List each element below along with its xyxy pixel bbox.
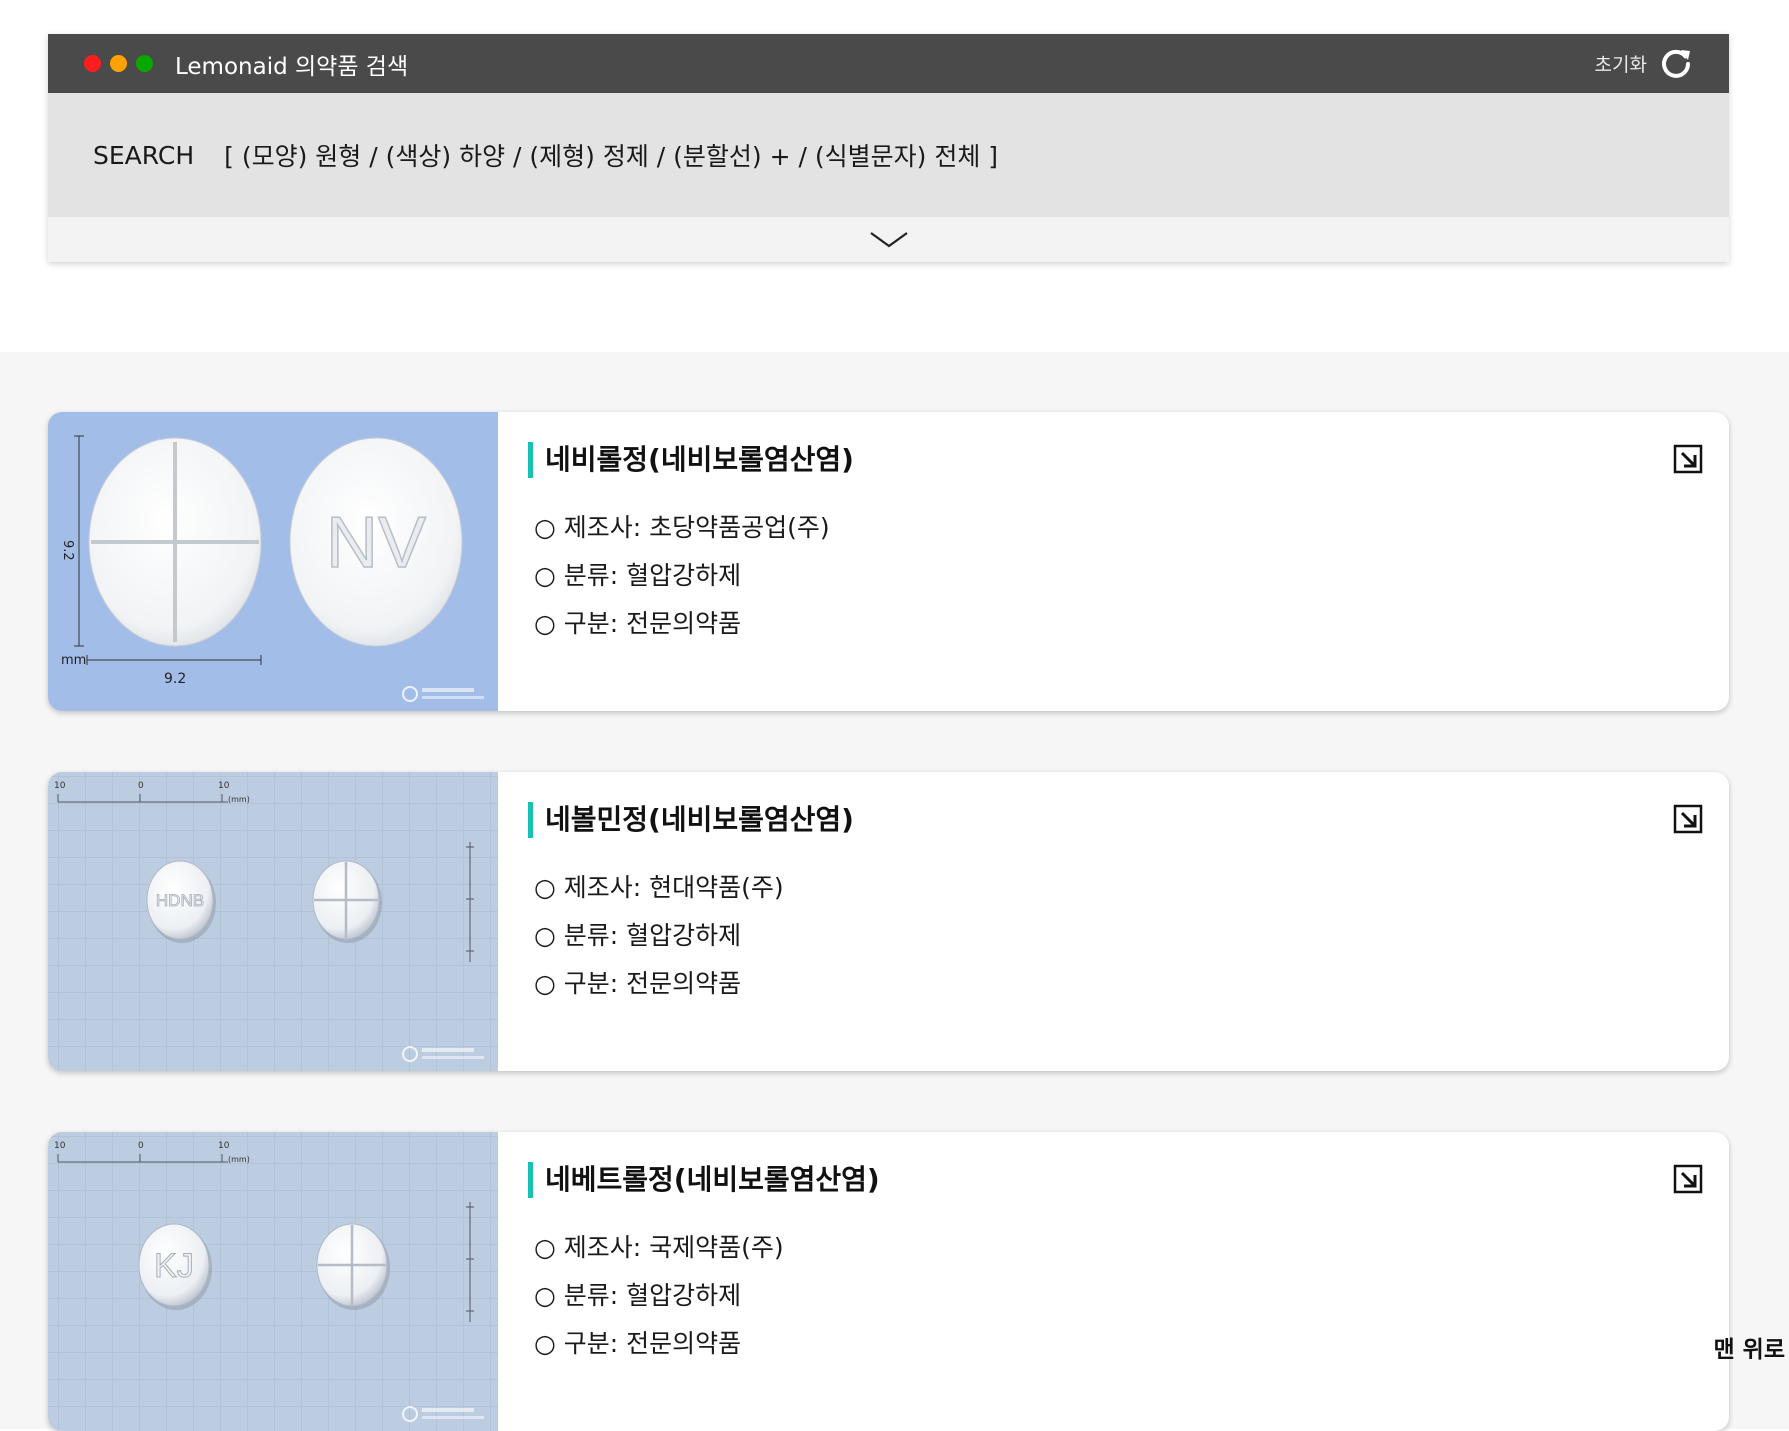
title-bar: Lemonaid 의약품 검색 초기화: [48, 34, 1729, 93]
category: ○ 분류: 혈압강하제: [534, 921, 742, 950]
manufacturer: ○ 제조사: 초당약품공업(주): [534, 513, 830, 542]
ruler-unit: (mm): [228, 795, 250, 804]
category: ○ 분류: 혈압강하제: [534, 1281, 742, 1310]
search-panel: Lemonaid 의약품 검색 초기화 SEARCH [ (모양) 원형 / (…: [48, 34, 1729, 262]
external-link-icon[interactable]: [1673, 804, 1703, 834]
scroll-to-top-button[interactable]: 맨 위로: [1714, 1330, 1786, 1364]
drug-name[interactable]: 네볼민정(네비보롤염산염): [528, 802, 1729, 838]
classification: ○ 구분: 전문의약품: [534, 969, 742, 998]
external-link-icon[interactable]: [1673, 1164, 1703, 1194]
drug-attributes: ○ 제조사: 국제약품(주) ○ 분류: 혈압강하제 ○ 구분: 전문의약품: [534, 1224, 1729, 1368]
drug-name[interactable]: 네비롤정(네비보롤염산염): [528, 442, 1729, 478]
result-info: 네볼민정(네비보롤염산염) ○ 제조사: 현대약품(주) ○ 분류: 혈압강하제…: [498, 772, 1729, 1071]
dimension-unit: mm: [61, 653, 86, 668]
reset-button[interactable]: 초기화: [1595, 47, 1693, 81]
pill-image: 10 0 10 (mm) HDNB: [48, 772, 498, 1071]
result-card[interactable]: 9.2 mm 9.2 NV 네비롤정(네비보롤염산염) ○ 제조사: 초당약품공…: [48, 412, 1729, 711]
minimize-dot-icon[interactable]: [110, 55, 127, 72]
pill-image: 9.2 mm 9.2 NV: [48, 412, 498, 711]
close-dot-icon[interactable]: [84, 55, 101, 72]
maximize-dot-icon[interactable]: [136, 55, 153, 72]
drug-name[interactable]: 네베트롤정(네비보롤염산염): [528, 1162, 1729, 1198]
results-area: 9.2 mm 9.2 NV 네비롤정(네비보롤염산염) ○ 제조사: 초당약품공…: [0, 352, 1789, 1431]
pill-imprint: HDNB: [156, 891, 204, 910]
result-info: 네비롤정(네비보롤염산염) ○ 제조사: 초당약품공업(주) ○ 분류: 혈압강…: [498, 412, 1729, 711]
ruler-left: 10: [54, 1141, 66, 1151]
drug-attributes: ○ 제조사: 현대약품(주) ○ 분류: 혈압강하제 ○ 구분: 전문의약품: [534, 864, 1729, 1008]
search-label: SEARCH: [93, 140, 195, 170]
result-card[interactable]: 10 0 10 (mm) KJ 네베트롤정(네비보롤염산염) ○ 제조사: 국제…: [48, 1132, 1729, 1431]
window-controls: [84, 55, 153, 72]
external-link-icon[interactable]: [1673, 444, 1703, 474]
dimension-horizontal: 9.2: [164, 671, 186, 687]
search-summary: SEARCH [ (모양) 원형 / (색상) 하양 / (제형) 정제 / (…: [48, 93, 1729, 217]
expand-filters-button[interactable]: [48, 217, 1729, 262]
category: ○ 분류: 혈압강하제: [534, 561, 742, 590]
ruler-zero: 0: [138, 1141, 144, 1151]
chevron-down-icon: [869, 231, 908, 247]
drug-attributes: ○ 제조사: 초당약품공업(주) ○ 분류: 혈압강하제 ○ 구분: 전문의약품: [534, 504, 1729, 648]
reset-label: 초기화: [1594, 54, 1647, 76]
ruler-zero: 0: [138, 781, 144, 791]
search-criteria: [ (모양) 원형 / (색상) 하양 / (제형) 정제 / (분할선) + …: [224, 142, 999, 171]
ruler-right: 10: [218, 781, 230, 791]
manufacturer: ○ 제조사: 국제약품(주): [534, 1233, 784, 1262]
pill-image: 10 0 10 (mm) KJ: [48, 1132, 498, 1431]
classification: ○ 구분: 전문의약품: [534, 1329, 742, 1358]
result-card[interactable]: 10 0 10 (mm) HDNB 네볼민정(네비보롤염산염) ○ 제조사: 현…: [48, 772, 1729, 1071]
ruler-left: 10: [54, 781, 66, 791]
ruler-unit: (mm): [228, 1155, 250, 1164]
pill-imprint: KJ: [154, 1247, 194, 1285]
app-title: Lemonaid 의약품 검색: [175, 53, 409, 80]
manufacturer: ○ 제조사: 현대약품(주): [534, 873, 784, 902]
pill-imprint: NV: [326, 503, 426, 583]
result-info: 네베트롤정(네비보롤염산염) ○ 제조사: 국제약품(주) ○ 분류: 혈압강하…: [498, 1132, 1729, 1431]
refresh-icon: [1662, 49, 1690, 78]
ruler-right: 10: [218, 1141, 230, 1151]
dimension-vertical: 9.2: [60, 540, 75, 561]
classification: ○ 구분: 전문의약품: [534, 609, 742, 638]
